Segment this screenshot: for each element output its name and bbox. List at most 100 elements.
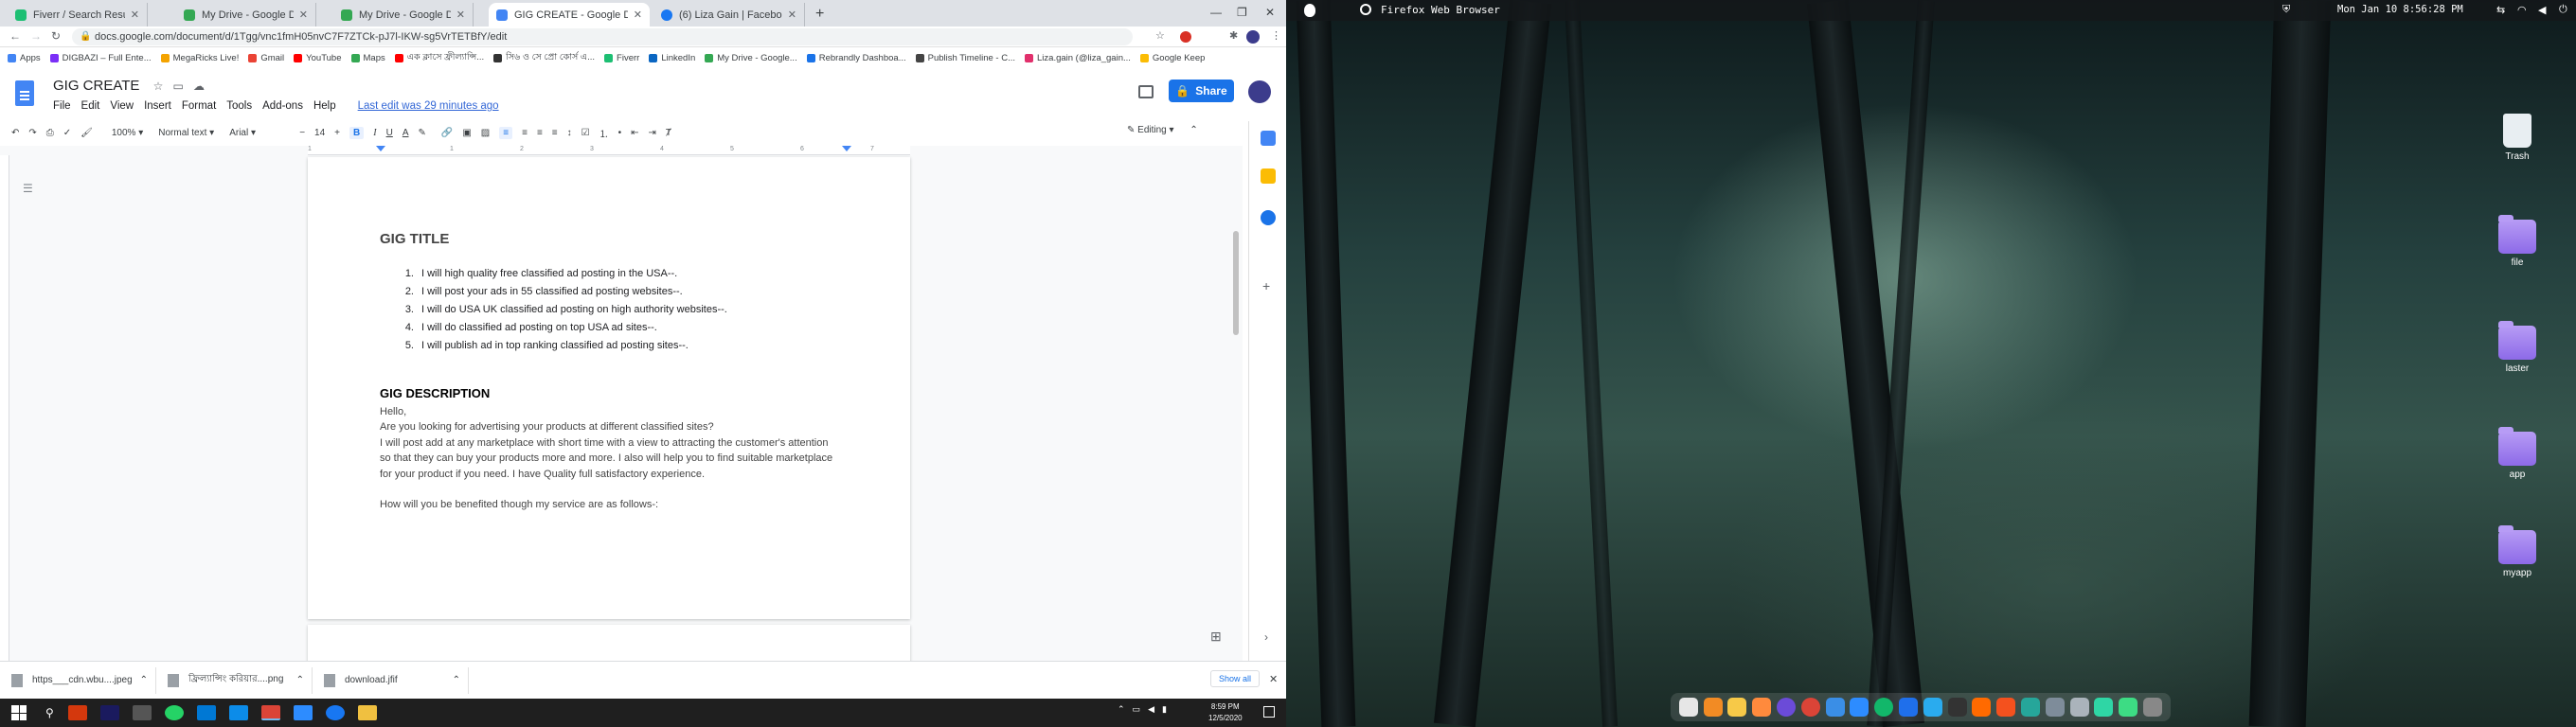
zoom-select[interactable]: 100% ▾ — [112, 128, 143, 138]
align-right-icon[interactable]: ≡ — [537, 128, 543, 138]
app-icon[interactable] — [2094, 698, 2114, 717]
download-item[interactable]: ফ্রিল্যান্সিং করিয়ার....png ⌃ — [156, 666, 313, 694]
bookmark-drive[interactable]: My Drive - Google... — [705, 53, 797, 63]
premiere-icon[interactable] — [99, 705, 119, 720]
comment-icon[interactable]: ▣ — [462, 128, 471, 138]
docs-logo-icon[interactable] — [15, 80, 34, 106]
vscode-icon[interactable] — [1899, 698, 1919, 717]
comments-icon[interactable] — [1138, 85, 1154, 98]
trash-icon[interactable] — [2143, 698, 2163, 717]
numbered-list-icon[interactable]: ⒈ — [599, 126, 609, 140]
power-icon[interactable]: ⏻ — [2559, 4, 2567, 16]
download-item[interactable]: https___cdn.wbu....jpeg ⌃ — [0, 666, 156, 694]
share-button[interactable]: 🔒 Share — [1169, 80, 1234, 102]
whatsapp-icon[interactable] — [164, 705, 184, 720]
address-bar[interactable]: 🔒 docs.google.com/document/d/1Tgg/vnc1fmH… — [72, 28, 1133, 45]
app-icon[interactable] — [1972, 698, 1992, 717]
horizontal-ruler[interactable]: 1 1 2 3 4 5 6 7 — [308, 146, 910, 155]
bookmark-item[interactable]: MegaRicks Live! — [160, 53, 239, 63]
taskbar-clock[interactable]: 8:59 PM 12/5/2020 — [1208, 701, 1243, 724]
image-icon[interactable]: ▨ — [481, 128, 490, 138]
underline-icon[interactable]: U — [386, 128, 393, 138]
menu-insert[interactable]: Insert — [144, 100, 171, 112]
right-margin-marker-icon[interactable] — [842, 146, 851, 151]
reload-icon[interactable]: ↻ — [51, 29, 61, 43]
clear-formatting-icon[interactable]: Ⱦ — [666, 128, 671, 138]
windows-start-icon[interactable] — [11, 705, 27, 720]
line-spacing-icon[interactable]: ↕ — [567, 128, 572, 138]
network-icon[interactable]: ▭ — [1133, 704, 1141, 715]
italic-icon[interactable]: I — [373, 128, 376, 138]
tab-drive-1[interactable]: My Drive - Google Drive✕ — [176, 3, 316, 27]
tab-fiverr[interactable]: Fiverr / Search Results for 'class✕ — [8, 3, 148, 27]
powerpoint-icon[interactable] — [67, 705, 87, 720]
editing-mode-select[interactable]: ✎ Editing ▾ ⌃ — [1127, 125, 1198, 135]
close-window-icon[interactable]: ✕ — [1265, 6, 1275, 19]
messenger-icon[interactable] — [325, 705, 345, 720]
notifications-icon[interactable] — [1263, 706, 1275, 718]
redo-icon[interactable]: ↷ — [28, 128, 36, 138]
wifi-icon[interactable]: ◠ — [2517, 4, 2527, 16]
vertical-scrollbar[interactable] — [1233, 231, 1239, 335]
outline-icon[interactable]: ☰ — [23, 182, 33, 195]
star-icon[interactable]: ☆ — [1155, 29, 1165, 42]
show-side-panel-icon[interactable]: › — [1264, 630, 1268, 644]
bookmark-item[interactable]: এক ক্লাসে ফ্রীল্যান্সি... — [394, 51, 484, 65]
checklist-icon[interactable]: ☑ — [581, 128, 590, 138]
close-tab-icon[interactable]: ✕ — [788, 9, 796, 21]
shield-icon[interactable]: ⛨ — [2282, 4, 2290, 16]
bookmark-apps[interactable]: Apps — [8, 53, 41, 63]
bookmark-gmail[interactable]: Gmail — [248, 53, 284, 63]
app-icon[interactable] — [2069, 698, 2089, 717]
minimize-icon[interactable]: — — [1210, 6, 1222, 19]
star-icon[interactable]: ☆ — [153, 80, 164, 93]
telegram-icon[interactable] — [1923, 698, 1942, 717]
active-app-name[interactable]: Firefox Web Browser — [1381, 4, 1500, 16]
show-all-button[interactable]: Show all — [1210, 670, 1261, 687]
firefox-icon[interactable] — [1703, 698, 1723, 717]
desktop-icon-file[interactable]: file — [2489, 215, 2546, 268]
bookmark-instagram[interactable]: Liza.gain (@liza_gain... — [1025, 53, 1131, 63]
skype-icon[interactable] — [196, 705, 216, 720]
menu-tools[interactable]: Tools — [226, 100, 252, 112]
app-icon[interactable] — [1996, 698, 2016, 717]
extension-icon[interactable] — [1180, 31, 1191, 43]
font-select[interactable]: Arial ▾ — [229, 128, 290, 138]
bookmark-linkedin[interactable]: LinkedIn — [649, 53, 695, 63]
explore-icon[interactable]: ⊞ — [1210, 629, 1222, 645]
document-title[interactable]: GIG CREATE ☆ ▭ ☁ — [53, 78, 205, 94]
puzzle-icon[interactable]: ✱ — [1229, 29, 1238, 42]
paint-format-icon[interactable]: 🖌 — [80, 128, 93, 138]
profile-avatar[interactable] — [1246, 30, 1260, 44]
menu-view[interactable]: View — [110, 100, 134, 112]
settings-icon[interactable] — [2045, 698, 2065, 717]
app-icon[interactable] — [1874, 698, 1894, 717]
chevron-up-icon[interactable]: ⌃ — [453, 675, 460, 685]
new-tab-icon[interactable]: + — [815, 6, 824, 23]
calendar-icon[interactable] — [1261, 131, 1276, 146]
apple-logo-icon[interactable] — [1304, 4, 1315, 17]
desktop-icon-myapp[interactable]: myapp — [2489, 525, 2546, 578]
spellcheck-icon[interactable]: ✓ — [63, 128, 71, 138]
close-downloads-icon[interactable]: ✕ — [1269, 673, 1278, 685]
bookmark-item[interactable]: Publish Timeline - C... — [915, 53, 1015, 63]
app-icon[interactable] — [2021, 698, 2041, 717]
bookmark-fiverr[interactable]: Fiverr — [604, 53, 639, 63]
network-arrows-icon[interactable]: ⇆ — [2496, 4, 2505, 16]
bookmark-youtube[interactable]: YouTube — [294, 53, 342, 63]
justify-icon[interactable]: ≡ — [552, 128, 558, 138]
menu-addons[interactable]: Add-ons — [262, 100, 303, 112]
zoom-icon[interactable] — [293, 705, 313, 720]
get-addons-icon[interactable]: + — [1262, 278, 1270, 293]
bookmark-keep[interactable]: Google Keep — [1139, 53, 1205, 63]
menu-help[interactable]: Help — [313, 100, 336, 112]
volume-icon[interactable]: ◀ — [1148, 704, 1154, 715]
launcher-icon[interactable] — [1752, 698, 1772, 717]
bookmark-item[interactable]: সি৬ ও সে প্রো কোর্স এ... — [493, 51, 595, 65]
chevron-up-icon[interactable]: ⌃ — [1118, 704, 1125, 715]
menu-format[interactable]: Format — [182, 100, 216, 112]
maximize-icon[interactable]: ❐ — [1237, 6, 1247, 19]
document-page-2[interactable] — [308, 625, 910, 663]
bold-icon[interactable]: B — [349, 126, 365, 139]
document-page[interactable]: GIG TITLE 1. I will high quality free cla… — [308, 157, 910, 619]
